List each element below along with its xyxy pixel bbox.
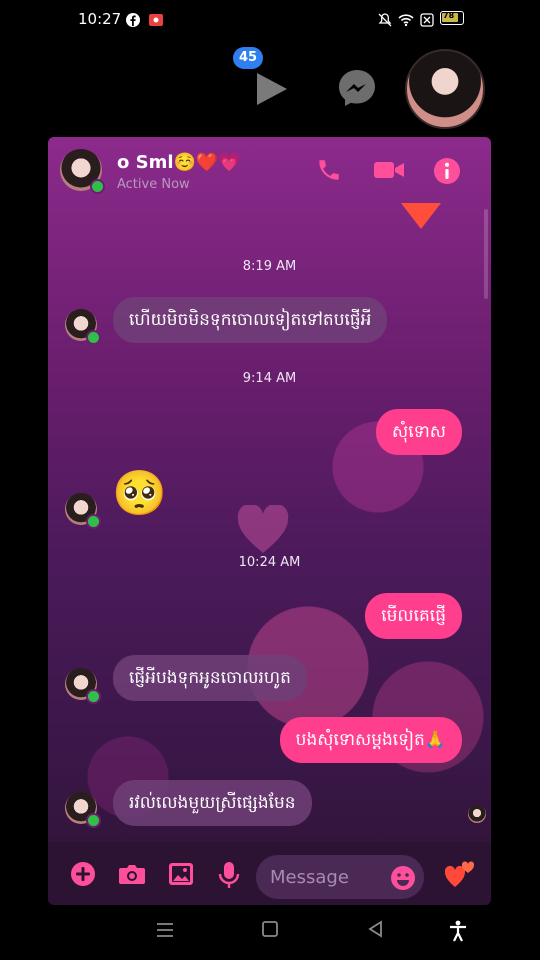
heart-decoration-icon (236, 503, 290, 559)
timestamp: 8:19 AM (242, 259, 297, 274)
message-outgoing[interactable]: មើលគេផ្ញើ (365, 593, 462, 639)
plus-icon[interactable] (70, 861, 96, 887)
status-time: 10:27 (78, 10, 122, 28)
record-icon (149, 12, 163, 26)
message-incoming[interactable]: ហើយមិចមិនទុកចោលទៀតទៅតបផ្ញើអី (113, 297, 388, 343)
home-icon[interactable] (261, 920, 285, 944)
message-outgoing[interactable]: បងសុំទោសម្ដងទៀត🙏 (279, 717, 462, 763)
battery-level: 78 (443, 11, 455, 20)
message-emoji[interactable]: 🥺 (112, 467, 167, 519)
online-indicator (86, 689, 101, 704)
message-incoming[interactable]: ផ្ញើអីបងទុកអូនចោលរហូត (113, 655, 307, 701)
camera-icon[interactable] (118, 861, 146, 887)
chat-window: o Sml☺️❤️💗 Active Now 8:19 AM ហើយមិចមិនទ… (48, 137, 491, 905)
emoji-icon[interactable] (390, 865, 416, 895)
message-outgoing[interactable]: សុំទោស (376, 409, 462, 455)
phone-icon[interactable] (316, 157, 346, 187)
message-incoming[interactable]: រវល់លេងមួយស្រីផ្សេងមែន (113, 780, 312, 826)
timestamp: 9:14 AM (242, 371, 297, 386)
composer-bar: Message (48, 842, 491, 905)
gallery-icon[interactable] (168, 861, 194, 887)
online-indicator (86, 330, 101, 345)
online-indicator (86, 813, 101, 828)
timestamp: 10:24 AM (238, 555, 301, 570)
messenger-icon[interactable] (337, 68, 377, 112)
accessibility-icon[interactable] (448, 920, 472, 944)
video-icon[interactable] (373, 157, 407, 187)
contact-name[interactable]: o Sml☺️❤️💗 (117, 152, 241, 173)
hearts-icon[interactable] (444, 857, 476, 889)
info-icon[interactable] (433, 157, 463, 187)
back-icon[interactable] (367, 920, 391, 944)
contact-status: Active Now (117, 177, 190, 192)
chat-header: o Sml☺️❤️💗 Active Now (48, 137, 491, 207)
online-indicator (86, 514, 101, 529)
mic-icon[interactable] (218, 861, 240, 888)
chat-head-avatar[interactable] (405, 49, 485, 129)
online-indicator (90, 179, 105, 194)
message-placeholder: Message (270, 867, 349, 888)
unread-badge: 45 (233, 47, 263, 69)
mute-icon (378, 12, 392, 27)
menu-icon[interactable] (155, 920, 179, 944)
wifi-icon (398, 12, 414, 27)
battery-icon: 78 (440, 11, 464, 25)
scrollbar[interactable] (484, 209, 488, 299)
seen-indicator-avatar (468, 805, 486, 823)
play-icon[interactable] (253, 71, 289, 111)
data-icon (420, 12, 434, 27)
message-input[interactable]: Message (256, 855, 424, 899)
status-bar: 10:27 78 (0, 0, 540, 40)
facebook-icon (126, 12, 140, 27)
